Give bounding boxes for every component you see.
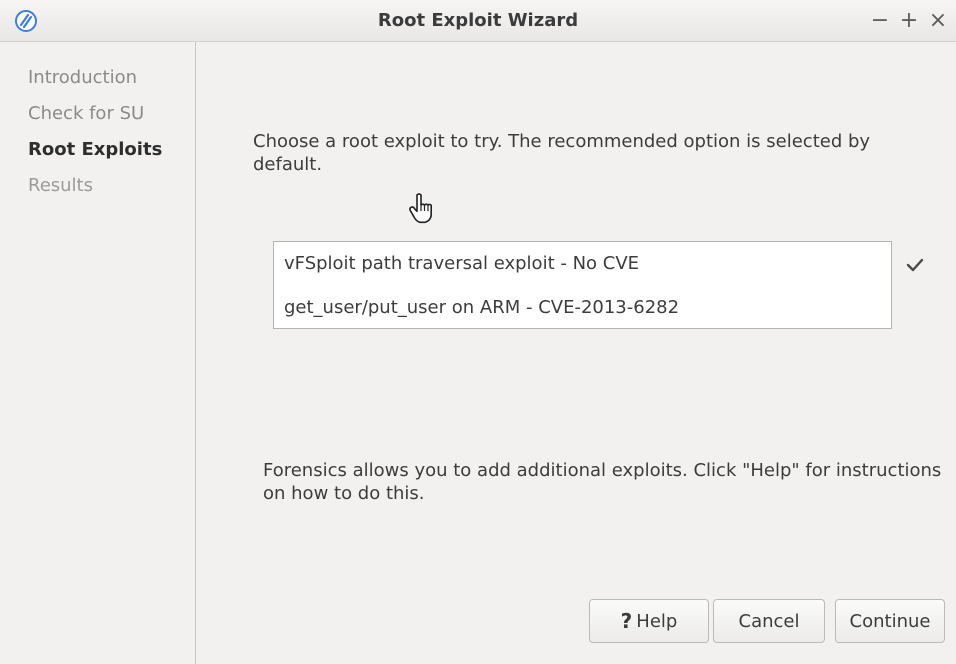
title-bar: Root Exploit Wizard − + × xyxy=(0,0,956,42)
close-button[interactable]: × xyxy=(926,7,950,35)
exploit-prompt: Choose a root exploit to try. The recomm… xyxy=(253,131,871,175)
wizard-page: Choose a root exploit to try. The recomm… xyxy=(197,42,956,664)
wizard-steps-sidebar: Introduction Check for SU Root Exploits … xyxy=(0,42,196,664)
help-note: Forensics allows you to add additional e… xyxy=(263,460,942,504)
step-introduction: Introduction xyxy=(28,67,138,88)
cancel-button-label: Cancel xyxy=(738,610,800,632)
step-root-exploits: Root Exploits xyxy=(28,139,163,160)
maximize-button[interactable]: + xyxy=(897,7,921,35)
checkmark-icon xyxy=(906,258,924,272)
exploit-option-vfsploit[interactable]: vFSploit path traversal exploit - No CVE xyxy=(284,242,884,286)
step-results: Results xyxy=(28,175,93,196)
window-title: Root Exploit Wizard xyxy=(377,10,579,31)
cancel-button[interactable]: Cancel xyxy=(713,599,825,643)
exploit-list: vFSploit path traversal exploit - No CVE… xyxy=(273,241,892,329)
exploit-option-cve-2013-6282[interactable]: get_user/put_user on ARM - CVE-2013-6282 xyxy=(284,286,884,330)
help-button-label: Help xyxy=(636,610,678,632)
minimize-button[interactable]: − xyxy=(868,7,892,35)
continue-button[interactable]: Continue xyxy=(835,599,945,643)
hand-pointer-icon xyxy=(409,193,432,224)
step-check-for-su: Check for SU xyxy=(28,103,145,124)
question-mark-icon: ? xyxy=(620,609,633,633)
help-button[interactable]: ? Help xyxy=(589,599,709,643)
continue-button-label: Continue xyxy=(849,610,931,632)
